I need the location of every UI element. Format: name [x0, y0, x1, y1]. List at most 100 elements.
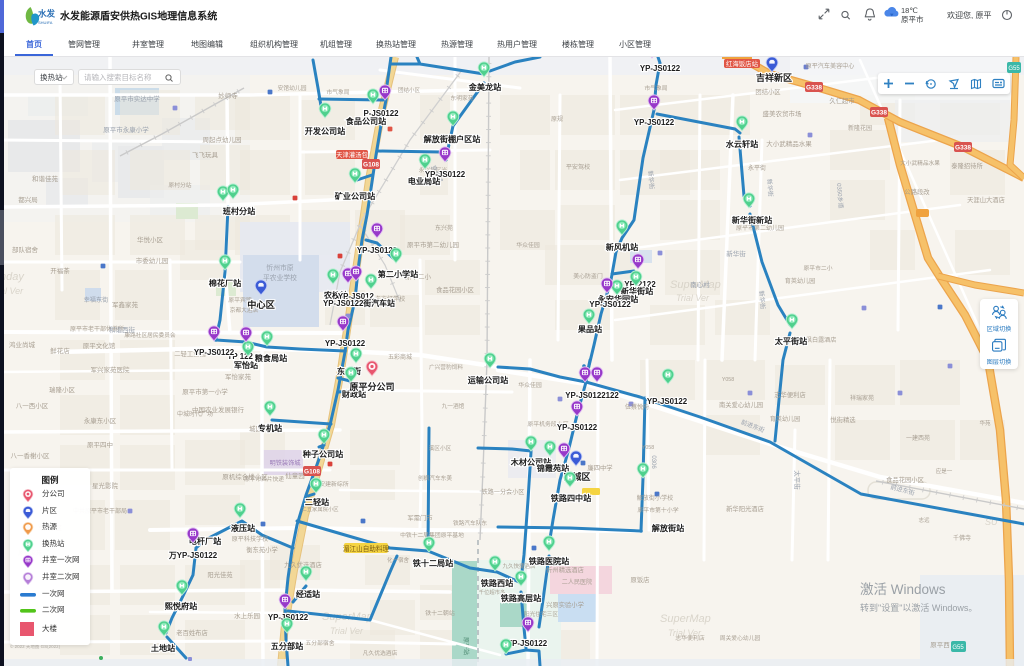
svg-text:G338: G338 [955, 145, 971, 152]
svg-text:中城时代广场: 中城时代广场 [177, 410, 213, 418]
svg-text:铁路高层站: 铁路高层站 [501, 593, 541, 603]
svg-text:原平科技学校: 原平科技学校 [232, 535, 269, 543]
svg-text:土地站: 土地站 [151, 643, 175, 653]
svg-text:Y058: Y058 [642, 445, 654, 451]
svg-text:食品花园小区: 食品花园小区 [436, 285, 474, 294]
svg-text:盛美农贸市场: 盛美农贸市场 [763, 109, 803, 118]
svg-text:南关爱心幼儿园: 南关爱心幼儿园 [719, 400, 763, 409]
svg-text:千佛寺: 千佛寺 [953, 534, 971, 542]
svg-text:原平市第十小学: 原平市第十小学 [637, 506, 678, 514]
svg-text:原平分公司: 原平分公司 [349, 381, 394, 392]
svg-text:YP-JS0122: YP-JS0122 [194, 348, 235, 357]
svg-text:原平市西片快递: 原平市西片快递 [244, 475, 284, 483]
svg-text:志远: 志远 [918, 516, 930, 524]
svg-text:水上乐园: 水上乐园 [234, 611, 260, 620]
svg-text:华众佳园: 华众佳园 [516, 241, 540, 249]
svg-text:祥瑞家苑: 祥瑞家苑 [850, 394, 874, 402]
svg-text:五分部站: 五分部站 [271, 641, 303, 651]
svg-text:YP-JS0122: YP-JS0122 [425, 170, 466, 179]
svg-text:原村分站: 原村分站 [168, 181, 191, 189]
svg-text:SuperMap: SuperMap [660, 613, 711, 625]
svg-text:军兴家苑医院: 军兴家苑医院 [91, 365, 131, 374]
svg-text:铁路汽车队东: 铁路汽车队东 [453, 519, 487, 527]
svg-text:团结小区: 团结小区 [398, 86, 421, 94]
svg-text:和谐佳苑: 和谐佳苑 [32, 174, 59, 183]
svg-text:一建西苑: 一建西苑 [906, 434, 930, 442]
svg-text:军鑫家苑: 军鑫家苑 [112, 300, 139, 309]
svg-text:新隆花园: 新隆花园 [848, 124, 872, 132]
svg-text:团结小区: 团结小区 [755, 87, 780, 96]
svg-text:安建新综所: 安建新综所 [319, 480, 349, 488]
svg-text:天涯山大酒店: 天涯山大酒店 [967, 195, 1005, 204]
svg-text:Trial Ver: Trial Ver [330, 626, 364, 636]
svg-text:妙师寺: 妙师寺 [218, 91, 238, 100]
svg-text:解放街站: 解放街站 [652, 523, 684, 533]
svg-text:YP-JS0122: YP-JS0122 [647, 397, 688, 406]
svg-text:忻州精选酒店: 忻州精选酒店 [546, 565, 584, 574]
svg-text:专机站: 专机站 [258, 423, 282, 433]
svg-text:中心区: 中心区 [247, 299, 275, 310]
svg-text:原平市第二幼儿园: 原平市第二幼儿园 [407, 240, 459, 249]
svg-text:Trial Ver: Trial Ver [676, 293, 710, 303]
svg-text:G338: G338 [806, 85, 822, 92]
svg-text:解放街棚户区站: 解放街棚户区站 [424, 134, 481, 144]
svg-text:新风机站: 新风机站 [606, 242, 638, 252]
svg-text:军需门市: 军需门市 [407, 513, 432, 522]
svg-text:廉四中学: 廉四中学 [587, 463, 612, 472]
svg-text:应是一: 应是一 [936, 467, 953, 475]
svg-text:大小武精品水果: 大小武精品水果 [900, 159, 940, 167]
svg-text:志华便利店: 志华便利店 [675, 634, 705, 642]
svg-text:二人民医院: 二人民医院 [562, 578, 592, 586]
svg-text:P-JS0122: P-JS0122 [363, 109, 399, 118]
svg-text:欢迎您, 原平: 欢迎您, 原平 [947, 10, 991, 20]
svg-text:公路段改: 公路段改 [904, 187, 930, 196]
svg-text:液压站: 液压站 [231, 523, 255, 533]
svg-text:五彩商城: 五彩商城 [388, 353, 412, 361]
svg-text:铁路医院站: 铁路医院站 [529, 556, 569, 566]
svg-text:YP-JS0122: YP-JS0122 [634, 118, 675, 127]
svg-text:永康东小区: 永康东小区 [84, 416, 117, 425]
svg-text:原规: 原规 [551, 115, 563, 123]
svg-text:和谐西街: 和谐西街 [109, 325, 136, 334]
svg-text:新华街: 新华街 [726, 249, 746, 258]
svg-text:市气象局: 市气象局 [326, 88, 349, 96]
svg-text:YP-JS0122122: YP-JS0122122 [565, 391, 619, 400]
svg-text:经适站: 经适站 [296, 589, 320, 599]
svg-text:天津灌汤包: 天津灌汤包 [336, 150, 369, 159]
svg-text:飞飞玩具: 飞飞玩具 [192, 151, 219, 159]
svg-text:YP-JS0122: YP-JS0122 [557, 423, 598, 432]
svg-text:原平市第二幼儿园: 原平市第二幼儿园 [736, 224, 784, 232]
svg-text:五分部宿舍: 五分部宿舍 [306, 639, 335, 647]
svg-text:原平市: 原平市 [901, 14, 924, 24]
svg-text:食品花园小区: 食品花园小区 [886, 475, 924, 484]
svg-text:八一香榭小区: 八一香榭小区 [11, 451, 51, 460]
svg-text:明铁装饰城: 明铁装饰城 [270, 459, 301, 467]
svg-text:铁十二局站: 铁十二局站 [413, 558, 453, 568]
svg-text:溪区小区: 溪区小区 [429, 444, 452, 452]
svg-text:解放街小学校: 解放街小学校 [637, 494, 674, 502]
svg-text:YP-JS0122: YP-JS0122 [507, 639, 548, 648]
svg-text:华众佳园: 华众佳园 [518, 381, 542, 389]
svg-text:铁路一分会小区: 铁路一分会小区 [482, 488, 525, 496]
svg-text:SHUIFA: SHUIFA [38, 20, 53, 25]
svg-text:粮食局站: 粮食局站 [255, 353, 287, 363]
svg-text:新华阳光酒店: 新华阳光酒店 [726, 504, 764, 513]
svg-text:太平街站: 太平街站 [774, 336, 807, 346]
svg-text:美心防盗门: 美心防盗门 [573, 272, 603, 280]
svg-text:仙童园: 仙童园 [285, 471, 305, 480]
svg-text:G338: G338 [871, 110, 887, 117]
svg-text:南心村: 南心村 [690, 280, 710, 289]
svg-text:泰隆招待所: 泰隆招待所 [951, 161, 983, 170]
svg-text:鲜花店: 鲜花店 [50, 346, 70, 355]
svg-text:志华便利店: 志华便利店 [774, 390, 805, 399]
svg-text:市委幼儿园: 市委幼儿园 [136, 256, 169, 265]
svg-text:原平市永康小学: 原平市永康小学 [103, 125, 149, 134]
svg-text:棉花厂站: 棉花厂站 [209, 278, 241, 288]
svg-text:久仁超市: 久仁超市 [829, 96, 854, 105]
svg-text:原平市二小: 原平市二小 [804, 264, 833, 272]
svg-text:矿业公司站: 矿业公司站 [335, 191, 375, 201]
svg-text:原饭店: 原饭店 [631, 575, 650, 584]
svg-text:太平街: 太平街 [793, 470, 802, 490]
svg-text:创枫汽车东美: 创枫汽车东美 [418, 474, 452, 482]
svg-text:平农业学校: 平农业学校 [263, 273, 297, 282]
